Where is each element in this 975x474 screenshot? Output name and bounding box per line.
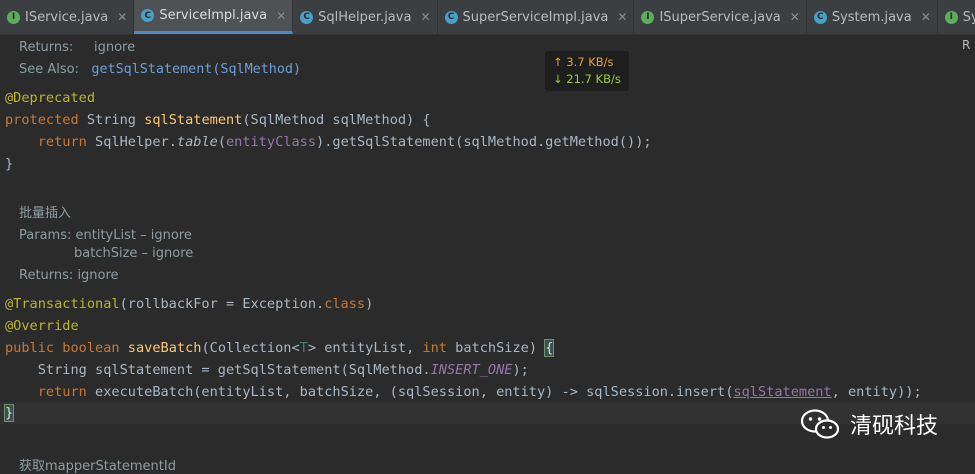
doc-value: ignore xyxy=(93,40,136,55)
close-icon[interactable]: ✕ xyxy=(420,10,430,24)
keyword: boolean xyxy=(54,340,128,356)
tab-superserviceimpl[interactable]: C SuperServiceImpl.java ✕ xyxy=(438,0,635,34)
interface-icon: I xyxy=(641,10,655,24)
editor-tab-bar: I IService.java ✕ C ServiceImpl.java ✕ C… xyxy=(0,0,975,35)
doc-summary: 获取mapperStatementId xyxy=(19,459,176,474)
wechat-icon xyxy=(800,409,840,439)
interface-icon: I xyxy=(944,10,958,24)
annotation: @Transactional xyxy=(5,296,120,312)
code-line: @Override xyxy=(5,315,79,337)
class-icon: C xyxy=(300,10,314,24)
enum-constant: INSERT_ONE xyxy=(430,362,513,378)
tab-isuperservice[interactable]: I ISuperService.java ✕ xyxy=(634,0,807,34)
close-icon[interactable]: ✕ xyxy=(117,10,127,24)
code-line: return executeBatch(entityList, batchSiz… xyxy=(5,381,922,403)
doc-returns: Returns: ignore xyxy=(19,266,119,286)
tab-serviceimpl[interactable]: C ServiceImpl.java ✕ xyxy=(134,0,294,34)
code-text: } xyxy=(5,156,14,172)
tab-label: SuperServiceImpl.java xyxy=(462,9,609,25)
doc-returns: Returns: ignore xyxy=(19,38,135,58)
doc-link[interactable]: getSqlStatement(SqlMethod) xyxy=(91,62,301,77)
watermark: 清砚科技 xyxy=(800,408,938,440)
code-line: } xyxy=(3,402,15,424)
tab-label: SqlHelper.java xyxy=(318,9,412,25)
method-name: sqlStatement xyxy=(144,112,243,128)
close-icon[interactable]: ✕ xyxy=(921,10,931,24)
code-line: return SqlHelper.table(entityClass).getS… xyxy=(5,131,652,153)
tab-label: ServiceImpl.java xyxy=(159,8,268,23)
class-icon: C xyxy=(141,9,155,22)
network-speed-widget: ↑ 3.7 KB/s ↓ 21.7 KB/s xyxy=(545,51,629,91)
keyword: class xyxy=(324,296,366,312)
upload-speed: ↑ 3.7 KB/s xyxy=(553,55,614,69)
matched-brace: } xyxy=(3,404,15,422)
doc-label: Returns: xyxy=(19,268,74,283)
doc-value: ignore xyxy=(77,268,119,283)
doc-label: Returns: xyxy=(19,40,74,55)
code-text: ); xyxy=(512,362,529,378)
tab-iservice[interactable]: I IService.java ✕ xyxy=(0,0,135,34)
code-text: ( xyxy=(217,134,226,150)
tab-label: IService.java xyxy=(25,9,109,25)
keyword: int xyxy=(422,340,447,356)
doc-label: See Also: xyxy=(19,62,79,77)
code-text: > entityList, xyxy=(307,340,423,356)
interface-icon: I xyxy=(7,10,20,24)
doc-summary: 批量插入 xyxy=(19,206,72,221)
tab-label: SysDictMapper.jav xyxy=(962,9,975,25)
close-icon[interactable]: ✕ xyxy=(790,10,800,24)
doc-label: Params: xyxy=(19,228,72,243)
code-text: String sqlStatement = getSqlStatement(Sq… xyxy=(37,362,431,378)
tab-system[interactable]: C System.java ✕ xyxy=(807,0,938,34)
tab-sysdictmapper[interactable]: I SysDictMapper.jav xyxy=(938,0,975,34)
annotation: @Override xyxy=(5,318,79,334)
field: entityClass xyxy=(226,134,317,150)
keyword: return xyxy=(37,384,87,400)
keyword: return xyxy=(37,134,87,150)
code-text: (Collection< xyxy=(201,340,300,356)
download-speed: ↓ 21.7 KB/s xyxy=(553,72,621,86)
code-editor[interactable]: Returns: ignore See Also: getSqlStatemen… xyxy=(0,35,975,468)
close-icon[interactable]: ✕ xyxy=(276,9,286,23)
code-text: ).getSqlStatement(sqlMethod.getMethod())… xyxy=(316,134,652,150)
code-text: , entity)); xyxy=(831,384,922,400)
type-parameter: T xyxy=(299,340,308,356)
class-icon: C xyxy=(444,10,458,24)
code-line: public boolean saveBatch(Collection<T> e… xyxy=(5,337,555,359)
class-icon: C xyxy=(813,10,827,24)
method-name: saveBatch xyxy=(127,340,202,356)
matched-brace: { xyxy=(544,339,555,357)
code-text: batchSize) xyxy=(447,340,546,356)
doc-see-also: See Also: getSqlStatement(SqlMethod) xyxy=(19,60,301,80)
variable: sqlStatement xyxy=(733,384,832,400)
code-line: } xyxy=(5,153,13,175)
code-text: String xyxy=(78,112,145,128)
tab-label: ISuperService.java xyxy=(659,9,781,25)
code-line: @Deprecated xyxy=(5,87,95,109)
doc-param: batchSize – ignore xyxy=(74,246,194,261)
code-line: @Transactional(rollbackFor = Exception.c… xyxy=(5,293,373,315)
doc-params: Params: entityList – ignore xyxy=(19,226,192,246)
code-text: (rollbackFor = Exception. xyxy=(119,296,325,312)
keyword: protected xyxy=(5,112,79,128)
code-text: SqlHelper. xyxy=(86,134,177,150)
code-text: ) xyxy=(365,296,374,312)
watermark-text: 清砚科技 xyxy=(850,414,939,439)
code-line: String sqlStatement = getSqlStatement(Sq… xyxy=(5,359,529,381)
static-call: table xyxy=(176,134,218,150)
code-text: executeBatch(entityList, batchSize, (sql… xyxy=(86,384,734,400)
close-icon[interactable]: ✕ xyxy=(617,10,627,24)
code-text: (SqlMethod sqlMethod) { xyxy=(242,112,431,128)
tab-label: System.java xyxy=(831,9,912,25)
annotation: @Deprecated xyxy=(5,90,96,106)
keyword: public xyxy=(5,340,55,356)
doc-value: entityList – ignore xyxy=(75,228,192,243)
tab-sqlhelper[interactable]: C SqlHelper.java ✕ xyxy=(293,0,438,34)
code-line: protected String sqlStatement(SqlMethod … xyxy=(5,109,431,131)
